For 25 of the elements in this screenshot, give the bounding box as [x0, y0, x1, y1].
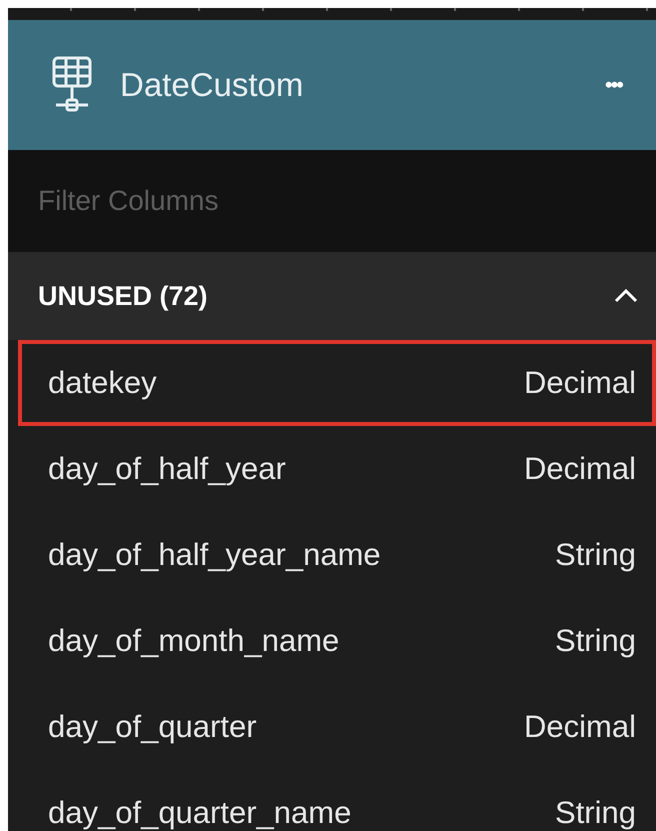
column-name: day_of_half_year_name [48, 537, 381, 573]
chevron-icon [614, 289, 638, 303]
column-type: Decimal [524, 365, 636, 401]
section-title: UNUSED (72) [38, 280, 208, 312]
table-icon [52, 56, 92, 114]
column-row[interactable]: day_of_quarter_name String [8, 770, 656, 831]
column-row[interactable]: day_of_quarter Decimal [8, 684, 656, 770]
column-type: String [555, 795, 636, 831]
column-type: String [555, 623, 636, 659]
column-name: day_of_quarter_name [48, 795, 352, 831]
table-title: DateCustom [120, 66, 304, 104]
column-row[interactable]: day_of_month_name String [8, 598, 656, 684]
column-name: day_of_quarter [48, 709, 257, 745]
column-name: day_of_month_name [48, 623, 340, 659]
column-type: Decimal [524, 451, 636, 487]
column-row[interactable]: datekey Decimal [18, 340, 656, 426]
more-button[interactable]: ••• [604, 72, 622, 98]
column-name: day_of_half_year [48, 451, 286, 487]
column-type: String [555, 537, 636, 573]
column-row[interactable]: day_of_half_year_name String [8, 512, 656, 598]
column-name: datekey [48, 365, 157, 401]
column-type: Decimal [524, 709, 636, 745]
column-row[interactable]: day_of_half_year Decimal [8, 426, 656, 512]
section-header[interactable]: UNUSED (72) [8, 252, 656, 340]
filter-field[interactable]: Filter Columns [8, 150, 656, 252]
